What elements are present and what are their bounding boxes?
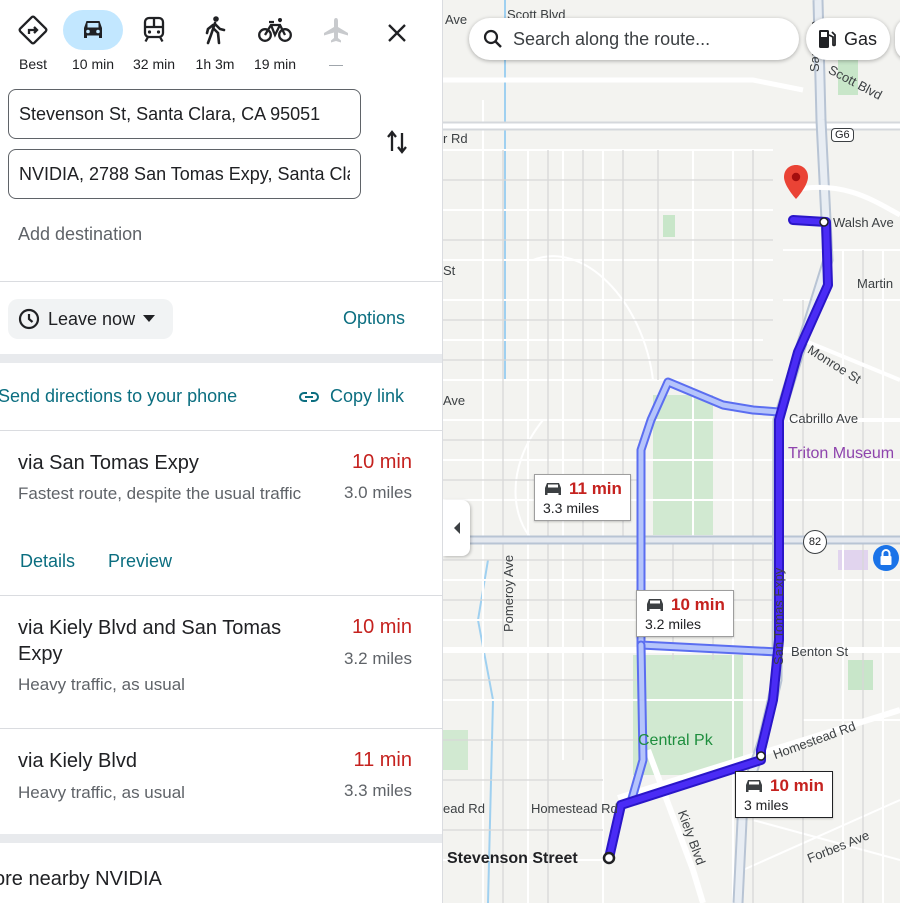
origin-value: Stevenson St, Santa Clara, CA 95051 — [19, 103, 321, 124]
callout-distance: 3.3 miles — [543, 500, 600, 516]
mode-best-label: Best — [18, 56, 47, 72]
search-placeholder: Search along the route... — [513, 28, 711, 49]
mode-flight[interactable]: — — [305, 10, 367, 78]
route-time: 10 min — [351, 451, 412, 473]
car-icon — [84, 21, 102, 38]
poi-label[interactable]: Triton Museum — [788, 445, 894, 463]
route-name: via Kiely Blvd and San Tomas Expy — [18, 617, 282, 665]
travel-mode-bar: Best 10 min 32 min 1h 3m 19 min — — [0, 10, 442, 80]
swap-arrows-icon — [387, 130, 407, 154]
map-label: St — [443, 263, 456, 278]
route-shield: G6 — [831, 128, 854, 142]
details-button[interactable]: Details — [20, 551, 75, 572]
divider — [0, 281, 442, 282]
gas-label: Gas — [844, 28, 878, 49]
callout-time: 10 min — [770, 776, 824, 795]
route-shield: 82 — [803, 530, 827, 554]
train-icon — [143, 16, 165, 43]
bicycle-icon — [258, 18, 292, 42]
car-icon — [746, 780, 762, 792]
route-distance: 3.0 miles — [343, 483, 412, 502]
callout-time: 10 min — [671, 595, 725, 614]
lock-poi-icon[interactable] — [872, 544, 900, 572]
mode-bike[interactable]: 19 min — [244, 10, 306, 78]
copy-link-button[interactable]: Copy link — [298, 386, 404, 407]
preview-button[interactable]: Preview — [108, 551, 172, 572]
route-distance: 3.2 miles — [343, 649, 412, 668]
route-distance: 3.3 miles — [343, 781, 412, 800]
map-label: ead Rd — [443, 801, 485, 816]
map-label: Walsh Ave — [833, 215, 894, 230]
route-time: 11 min — [353, 749, 412, 771]
send-directions-link[interactable]: Send directions to your phone — [0, 386, 237, 407]
map-label: Homestead Rd — [531, 801, 618, 816]
close-icon — [388, 24, 406, 42]
origin-input[interactable]: Stevenson St, Santa Clara, CA 95051 — [8, 89, 361, 139]
close-directions-button[interactable] — [380, 16, 414, 50]
callout-time: 11 min — [569, 479, 622, 498]
map-label: Martin — [857, 276, 894, 291]
route-callout-2[interactable]: 10 min 3.2 miles — [636, 590, 734, 637]
swap-locations-button[interactable] — [380, 125, 414, 159]
options-button[interactable]: Options — [343, 308, 405, 329]
route-description: Heavy traffic, as usual — [18, 675, 185, 694]
route-callout-3[interactable]: 10 min 3 miles — [735, 771, 833, 818]
route-name: via Kiely Blvd — [18, 750, 137, 772]
mode-drive[interactable]: 10 min — [62, 10, 124, 78]
search-icon — [483, 29, 502, 48]
map-label: Benton St — [791, 644, 849, 659]
mode-transit[interactable]: 32 min — [123, 10, 185, 78]
route-description: Fastest route, despite the usual traffic — [18, 484, 302, 503]
gas-station-icon — [819, 30, 836, 48]
copy-link-label: Copy link — [330, 386, 405, 406]
clock-icon — [18, 308, 40, 330]
park-label[interactable]: Central Pk — [638, 732, 713, 750]
best-route-icon — [18, 15, 48, 45]
map-label: r Rd — [443, 131, 468, 146]
map-view[interactable]: Ave Scott Blvd San Tom Scott Blvd G6 r R… — [443, 0, 900, 903]
gas-filter-chip[interactable]: Gas — [806, 18, 890, 60]
destination-pin-icon[interactable] — [784, 165, 808, 201]
leave-now-label: Leave now — [48, 308, 136, 329]
origin-label: Stevenson Street — [447, 850, 578, 867]
mode-walk[interactable]: 1h 3m — [184, 10, 246, 78]
section-divider — [0, 834, 442, 843]
more-nearby-heading[interactable]: ore nearby NVIDIA — [0, 868, 162, 891]
link-icon — [299, 391, 319, 402]
mode-walk-label: 1h 3m — [195, 56, 235, 72]
map-label: Cabrillo Ave — [789, 411, 859, 426]
route-description: Heavy traffic, as usual — [18, 783, 185, 802]
car-icon — [647, 599, 663, 611]
map-label: Pomeroy Ave — [501, 554, 516, 632]
directions-panel: Best 10 min 32 min 1h 3m 19 min — Steven… — [0, 0, 443, 903]
map-label: Ave — [445, 12, 468, 27]
route-name: via San Tomas Expy — [18, 452, 199, 474]
route-option-2[interactable]: via Kiely Blvd and San Tomas Expy 10 min… — [0, 595, 442, 728]
map-label: San Tomas Expy — [771, 567, 786, 665]
mode-best[interactable]: Best — [2, 10, 64, 78]
route-callout-1[interactable]: 11 min 3.3 miles — [534, 474, 631, 521]
chevron-left-icon — [453, 522, 460, 534]
route-option-3[interactable]: via Kiely Blvd 11 min Heavy traffic, as … — [0, 728, 442, 834]
section-divider — [0, 354, 442, 363]
route-time: 10 min — [351, 616, 412, 638]
route-option-1[interactable]: via San Tomas Expy 10 min Fastest route,… — [0, 430, 442, 595]
airplane-icon — [324, 18, 348, 43]
callout-distance: 3.2 miles — [645, 616, 702, 632]
mode-transit-label: 32 min — [132, 56, 176, 72]
destination-value: NVIDIA, 2788 San Tomas Expy, Santa Clara — [19, 163, 350, 184]
destination-input[interactable]: NVIDIA, 2788 San Tomas Expy, Santa Clara — [8, 149, 361, 199]
leave-now-dropdown[interactable]: Leave now — [8, 299, 173, 339]
callout-distance: 3 miles — [744, 797, 789, 813]
mode-flight-label: — — [329, 56, 343, 72]
car-icon — [545, 483, 561, 495]
add-destination-button[interactable]: Add destination — [18, 224, 142, 245]
walk-icon — [205, 16, 226, 45]
map-label: Ave — [443, 393, 466, 408]
search-along-route-input[interactable]: Search along the route... — [469, 18, 799, 60]
mode-bike-label: 19 min — [253, 56, 297, 72]
caret-down-icon — [143, 315, 156, 322]
collapse-panel-button[interactable] — [443, 500, 470, 556]
mode-drive-label: 10 min — [71, 56, 115, 72]
